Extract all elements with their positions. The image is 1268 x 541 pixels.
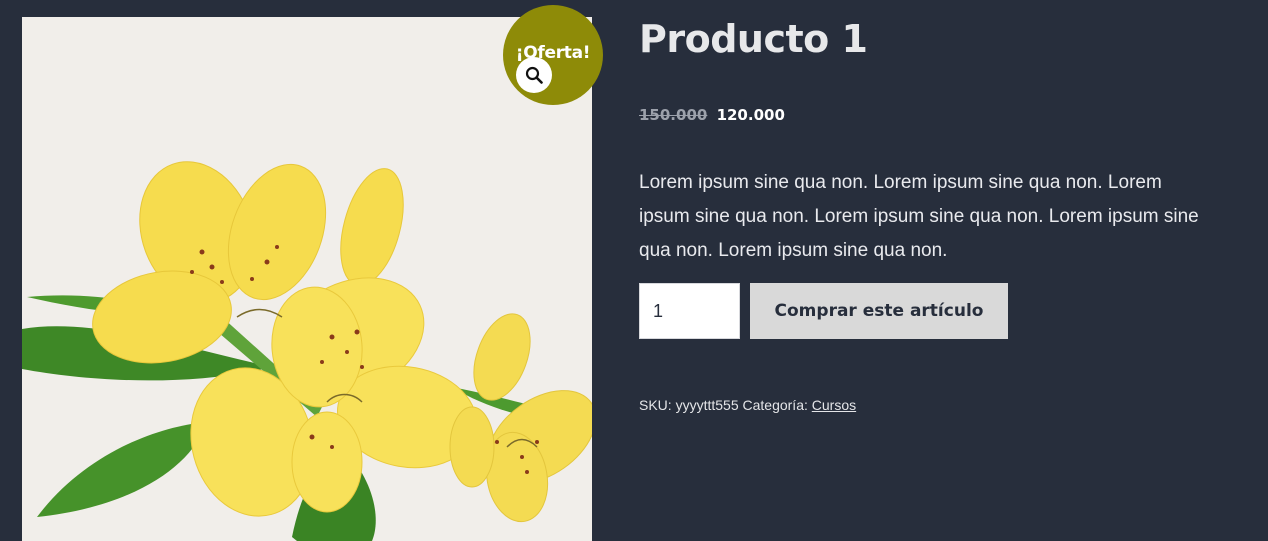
add-to-cart-form: Comprar este artículo: [639, 283, 1239, 339]
add-to-cart-button[interactable]: Comprar este artículo: [750, 283, 1008, 339]
category-label: Categoría:: [742, 397, 808, 413]
category-link[interactable]: Cursos: [812, 397, 856, 413]
sale-badge: ¡Oferta!: [503, 5, 603, 105]
product-summary: Producto 1 150.000 120.000 Lorem ipsum s…: [639, 14, 1239, 413]
sale-price: 120.000: [716, 106, 785, 124]
product-price: 150.000 120.000: [639, 105, 1239, 125]
product-image-gallery[interactable]: [22, 17, 592, 541]
product-title: Producto 1: [639, 17, 868, 61]
regular-price: 150.000: [639, 106, 708, 124]
sku-value: yyyyttt555: [675, 397, 739, 413]
search-icon: [525, 66, 543, 84]
product-short-description: Lorem ipsum sine qua non. Lorem ipsum si…: [639, 172, 1199, 261]
image-zoom-button[interactable]: [516, 57, 552, 93]
sku-label: SKU:: [639, 397, 672, 413]
product-meta: SKU: yyyyttt555 Categoría: Cursos: [639, 397, 1239, 413]
quantity-input[interactable]: [639, 283, 740, 339]
product-image: [22, 17, 592, 541]
